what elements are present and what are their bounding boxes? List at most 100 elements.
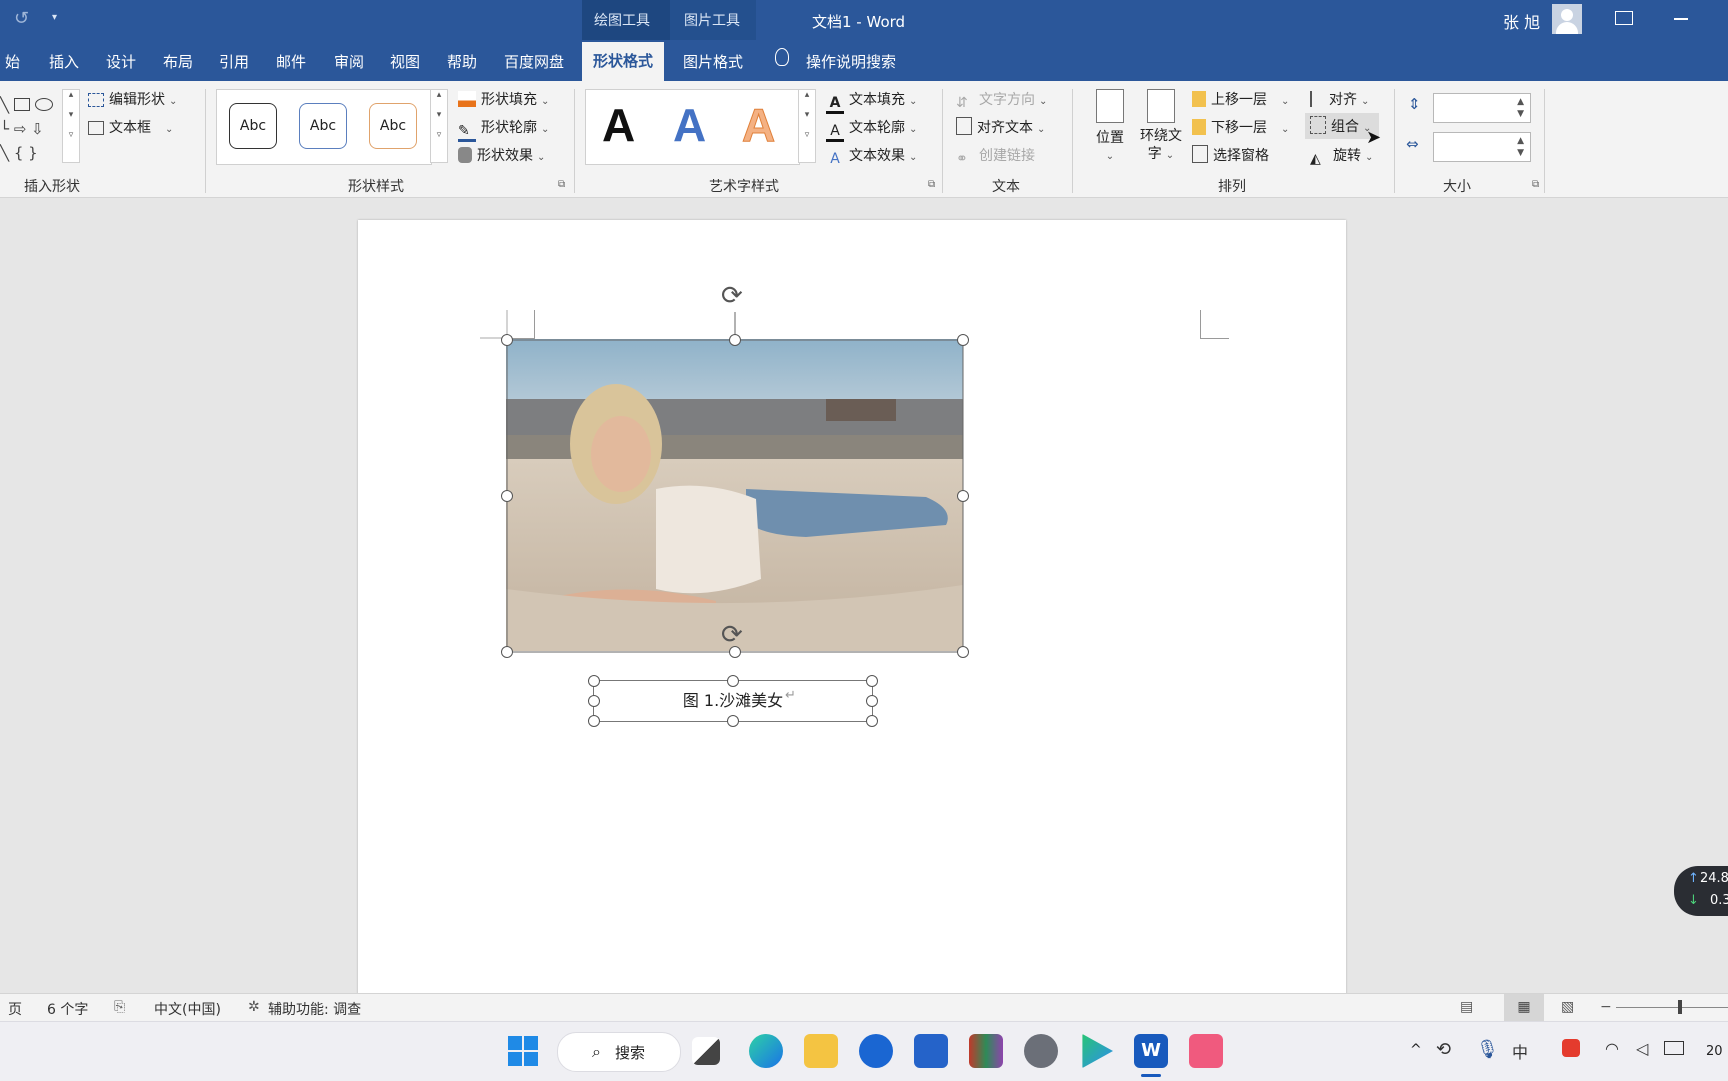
shape-fill-button[interactable]: 形状填充 ⌄ <box>458 89 549 109</box>
resize-handle-bottom-left[interactable] <box>501 646 513 658</box>
dialog-launcher-icon[interactable]: ⧉ <box>928 179 935 190</box>
send-backward-button[interactable]: 下移一层 ⌄ <box>1192 117 1289 137</box>
windows-start-icon[interactable] <box>508 1036 538 1066</box>
tab-baidu-netdisk[interactable]: 百度网盘 <box>504 51 564 72</box>
tab-view[interactable]: 视图 <box>390 51 420 72</box>
shape-style-preset-2[interactable]: Abc <box>299 103 347 149</box>
shape-style-gallery-scroll[interactable]: ▴ ▾ ▿ <box>430 89 448 163</box>
sogou-input-icon[interactable] <box>1562 1039 1580 1057</box>
wordart-preset-black[interactable]: A <box>602 98 635 152</box>
tab-picture-format[interactable]: 图片格式 <box>683 51 743 72</box>
shape-style-gallery[interactable]: Abc Abc Abc <box>216 89 432 165</box>
language-indicator[interactable]: 中文(中国) <box>154 999 221 1019</box>
zoom-slider-thumb[interactable] <box>1678 1000 1682 1014</box>
zoom-out-icon[interactable]: − <box>1600 999 1612 1015</box>
edit-shape-button[interactable]: 编辑形状 ⌄ <box>88 89 177 109</box>
resize-handle-top-left[interactable] <box>501 334 513 346</box>
media-player-icon[interactable] <box>1082 1034 1113 1068</box>
oval-shape-icon[interactable] <box>34 98 53 111</box>
ribbon-display-options-icon[interactable] <box>1615 11 1633 25</box>
file-explorer-icon[interactable] <box>804 1034 838 1068</box>
winrar-icon[interactable] <box>969 1034 1003 1068</box>
volume-icon[interactable]: ◁ <box>1636 1039 1648 1058</box>
tab-references[interactable]: 引用 <box>219 51 249 72</box>
caption-handle-bottom[interactable] <box>727 715 739 727</box>
position-button[interactable]: 位置 ⌄ <box>1090 89 1130 163</box>
proofing-icon[interactable]: ⎘ <box>114 999 125 1015</box>
text-effects-button[interactable]: A 文本效果 ⌄ <box>826 145 917 167</box>
caption-handle-top-left[interactable] <box>588 675 600 687</box>
tab-shape-format[interactable]: 形状格式 <box>582 42 665 81</box>
tab-layout[interactable]: 布局 <box>163 51 193 72</box>
lenovo-app-icon[interactable] <box>859 1034 893 1068</box>
battery-icon[interactable] <box>1664 1041 1684 1055</box>
tab-help[interactable]: 帮助 <box>447 51 477 72</box>
word-app-icon[interactable]: W <box>1134 1034 1168 1068</box>
resize-handle-top-right[interactable] <box>957 334 969 346</box>
dialog-launcher-icon[interactable]: ⧉ <box>558 179 565 190</box>
create-link-button[interactable]: ⚭ 创建链接 <box>956 145 1035 167</box>
wordart-preset-orange[interactable]: A <box>741 98 775 152</box>
tell-me-search[interactable]: 操作说明搜索 <box>806 51 896 72</box>
right-arrow-shape-icon[interactable]: ⇨ <box>14 120 27 138</box>
caption-handle-left[interactable] <box>588 695 600 707</box>
accessibility-status[interactable]: 辅助功能: 调查 <box>268 999 361 1019</box>
tray-overflow-icon[interactable]: ^ <box>1410 1042 1422 1058</box>
task-view-icon[interactable] <box>692 1037 720 1065</box>
tab-review[interactable]: 审阅 <box>334 51 364 72</box>
settings-gear-icon[interactable] <box>1024 1034 1058 1068</box>
microsoft-store-icon[interactable] <box>914 1034 948 1068</box>
caption-handle-bottom-right[interactable] <box>866 715 878 727</box>
down-arrow-shape-icon[interactable]: ⇩ <box>31 120 44 138</box>
align-button[interactable]: 对齐 ⌄ <box>1310 89 1369 109</box>
align-text-button[interactable]: 对齐文本 ⌄ <box>956 117 1045 137</box>
brace-right-shape-icon[interactable]: } <box>28 144 38 162</box>
sync-icon[interactable]: ⟲ <box>1436 1039 1451 1060</box>
text-direction-button[interactable]: ⇵ 文字方向 ⌄ <box>956 89 1047 111</box>
taskbar-search[interactable]: ⌕ 搜索 <box>557 1032 681 1072</box>
resize-handle-left[interactable] <box>501 490 513 502</box>
avatar[interactable] <box>1552 4 1582 34</box>
shape-style-preset-1[interactable]: Abc <box>229 103 277 149</box>
caption-handle-bottom-left[interactable] <box>588 715 600 727</box>
wordart-gallery-scroll[interactable]: ▴ ▾ ▿ <box>798 89 816 163</box>
input-method-icon[interactable]: 中 <box>1512 1039 1528 1063</box>
clock[interactable]: 20 <box>1706 1044 1723 1059</box>
minimize-icon[interactable] <box>1674 18 1688 20</box>
tab-home[interactable]: 始 <box>5 51 20 72</box>
wordart-preset-blue[interactable]: A <box>673 98 706 152</box>
undo-icon[interactable]: ↺ <box>14 8 29 29</box>
shape-gallery-scroll[interactable]: ▴ ▾ ▿ <box>62 89 80 163</box>
read-mode-icon[interactable]: ▤ <box>1460 999 1473 1015</box>
wordart-gallery[interactable]: A A A <box>585 89 800 165</box>
zoom-slider[interactable] <box>1616 1007 1728 1008</box>
tab-mailings[interactable]: 邮件 <box>276 51 306 72</box>
web-layout-icon[interactable]: ▧ <box>1561 999 1574 1015</box>
rotate-handle-icon[interactable]: ⟳ <box>721 281 743 311</box>
print-layout-icon[interactable]: ▦ <box>1504 994 1544 1021</box>
text-fill-button[interactable]: A 文本填充 ⌄ <box>826 89 917 114</box>
dialog-launcher-icon[interactable]: ⧉ <box>1532 179 1539 190</box>
selection-pane-button[interactable]: 选择窗格 <box>1192 145 1269 165</box>
caption-handle-right[interactable] <box>866 695 878 707</box>
edge-browser-icon[interactable] <box>749 1034 783 1068</box>
text-box-button[interactable]: 文本框 ⌄ <box>88 117 173 137</box>
resize-handle-right[interactable] <box>957 490 969 502</box>
bring-forward-button[interactable]: 上移一层 ⌄ <box>1192 89 1289 109</box>
shape-outline-button[interactable]: ✎ 形状轮廓 ⌄ <box>458 117 549 142</box>
page-indicator[interactable]: 页 <box>8 999 22 1019</box>
shape-height-input[interactable]: ▲ ▼ <box>1433 93 1531 123</box>
wifi-icon[interactable]: ◠ <box>1605 1039 1619 1058</box>
brace-left-shape-icon[interactable]: { <box>14 144 24 162</box>
curve-shape-icon[interactable]: ╲ <box>0 144 9 162</box>
line-shape-icon[interactable]: ╲ <box>0 96 9 114</box>
shape-gallery[interactable]: ╲ └ ⇨ ⇩ ╲ { } <box>0 93 64 162</box>
shape-effects-button[interactable]: 形状效果 ⌄ <box>458 145 545 165</box>
resize-handle-top[interactable] <box>729 334 741 346</box>
caption-handle-top[interactable] <box>727 675 739 687</box>
tab-insert[interactable]: 插入 <box>49 51 79 72</box>
network-speed-widget[interactable]: ↑ 24.8 ↓ 0.3 <box>1674 866 1728 916</box>
pink-app-icon[interactable] <box>1189 1034 1223 1068</box>
microphone-icon[interactable]: 🎙 <box>1476 1039 1499 1060</box>
quick-access-dropdown-icon[interactable]: ▾ <box>52 12 57 23</box>
